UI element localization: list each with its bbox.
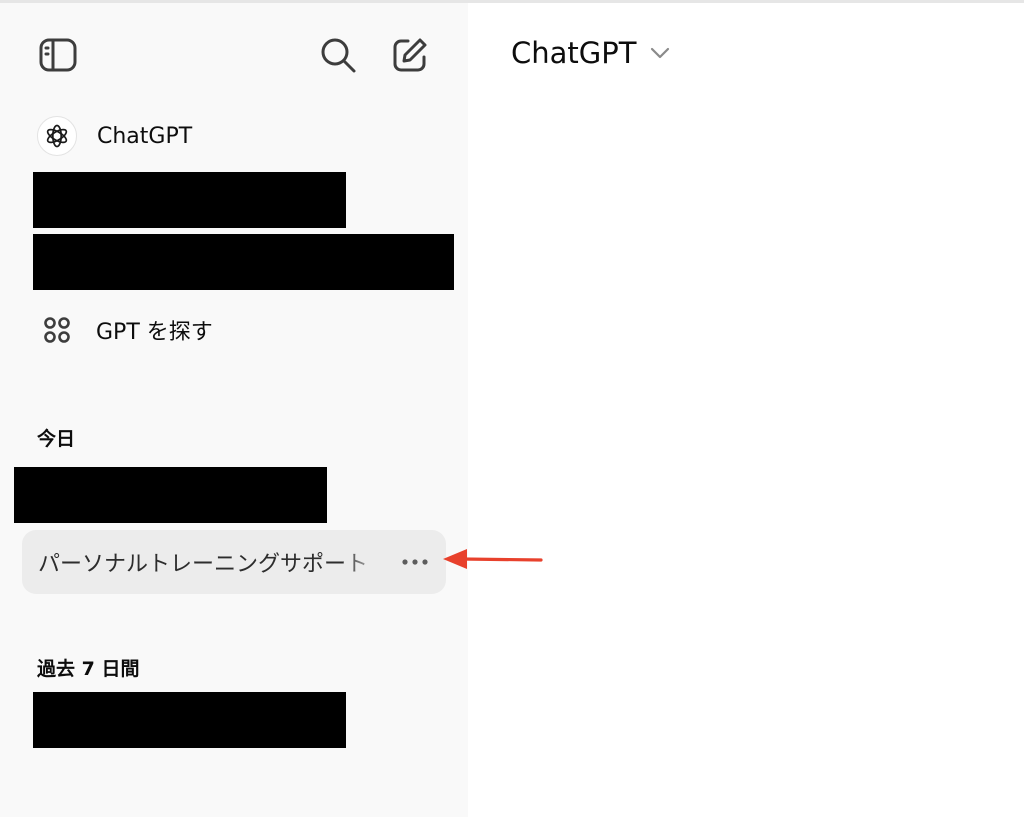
chat-item-selected[interactable]: パーソナルトレーニングサポート xyxy=(22,530,446,594)
model-name: ChatGPT xyxy=(511,36,637,70)
sidebar-item-explore-gpts[interactable]: GPT を探す xyxy=(42,314,213,346)
new-chat-button[interactable] xyxy=(388,33,432,77)
sidebar: ChatGPT GPT を探す 今日 パーソナルトレーニングサポート 過去 7 … xyxy=(0,3,468,817)
redacted-sidebar-item[interactable] xyxy=(33,234,454,290)
new-chat-icon xyxy=(393,38,427,72)
annotation-arrow xyxy=(443,549,543,569)
sidebar-item-label: ChatGPT xyxy=(97,123,193,149)
redacted-sidebar-item[interactable] xyxy=(33,172,346,228)
chatgpt-logo-icon xyxy=(37,116,77,156)
chevron-down-icon xyxy=(651,47,670,59)
sidebar-item-label: GPT を探す xyxy=(96,320,213,345)
section-title-today: 今日 xyxy=(37,428,76,450)
search-button[interactable] xyxy=(316,33,360,77)
redacted-chat-item[interactable] xyxy=(14,467,327,523)
chat-item-title: パーソナルトレーニングサポート xyxy=(38,552,369,577)
search-icon xyxy=(321,38,356,73)
chatgpt-app-window: ChatGPT GPT を探す 今日 パーソナルトレーニングサポート 過去 7 … xyxy=(0,0,1024,817)
section-title-past-7-days: 過去 7 日間 xyxy=(37,658,140,680)
sidebar-item-chatgpt[interactable]: ChatGPT xyxy=(37,116,192,156)
grid-icon xyxy=(44,317,70,343)
more-horizontal-icon xyxy=(402,559,428,565)
sidebar-toggle-icon xyxy=(39,38,77,72)
model-selector[interactable]: ChatGPT xyxy=(511,36,670,70)
sidebar-toggle-button[interactable] xyxy=(36,33,80,77)
chat-options-button[interactable] xyxy=(398,547,432,577)
redacted-chat-item[interactable] xyxy=(33,692,346,748)
